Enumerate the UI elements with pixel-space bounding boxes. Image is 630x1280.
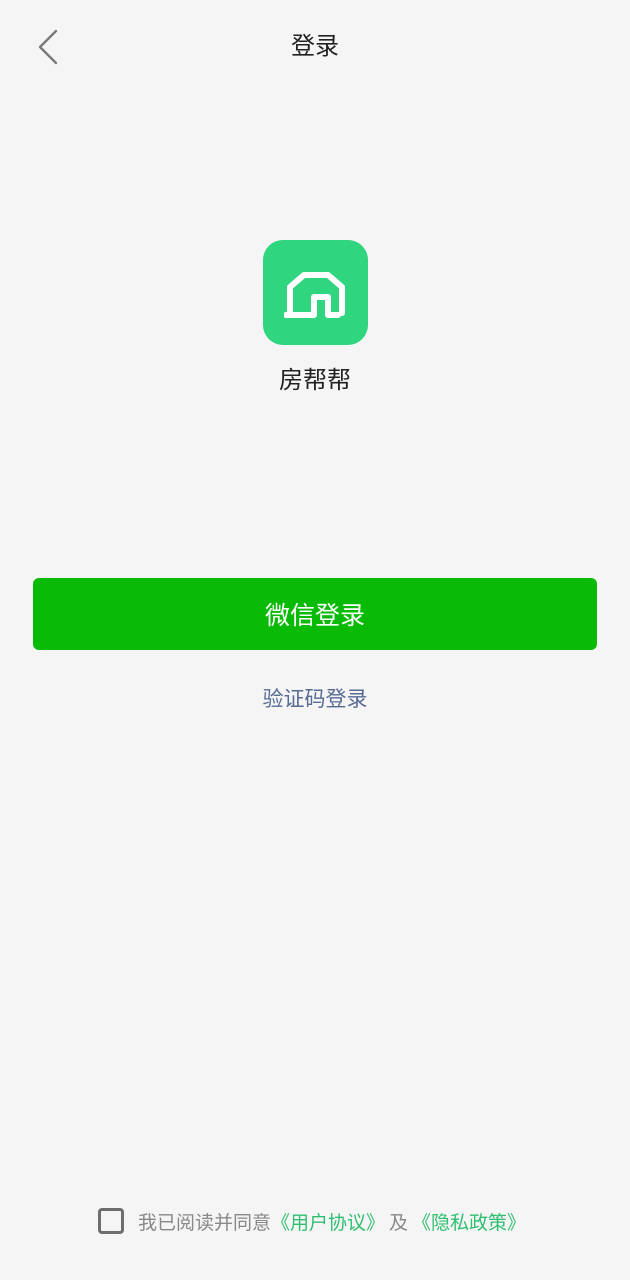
user-agreement-link[interactable]: 《用户协议》 <box>271 1208 385 1235</box>
page-title: 登录 <box>291 32 339 60</box>
agreement-and-text: 及 <box>389 1211 409 1234</box>
privacy-policy-link[interactable]: 《隐私政策》 <box>412 1208 526 1235</box>
agreement-row: 我已阅读并同意 《用户协议》 及 《隐私政策》 <box>98 1205 526 1237</box>
wechat-login-button[interactable]: 微信登录 <box>33 578 597 650</box>
agreement-prefix-text: 我已阅读并同意 <box>138 1211 272 1234</box>
navigation-bar: 登录 <box>0 0 630 94</box>
agreement-checkbox[interactable] <box>98 1208 124 1234</box>
app-logo <box>263 240 368 345</box>
house-icon <box>283 271 345 318</box>
verification-code-login-link[interactable]: 验证码登录 <box>0 682 630 716</box>
app-name: 房帮帮 <box>279 366 351 394</box>
